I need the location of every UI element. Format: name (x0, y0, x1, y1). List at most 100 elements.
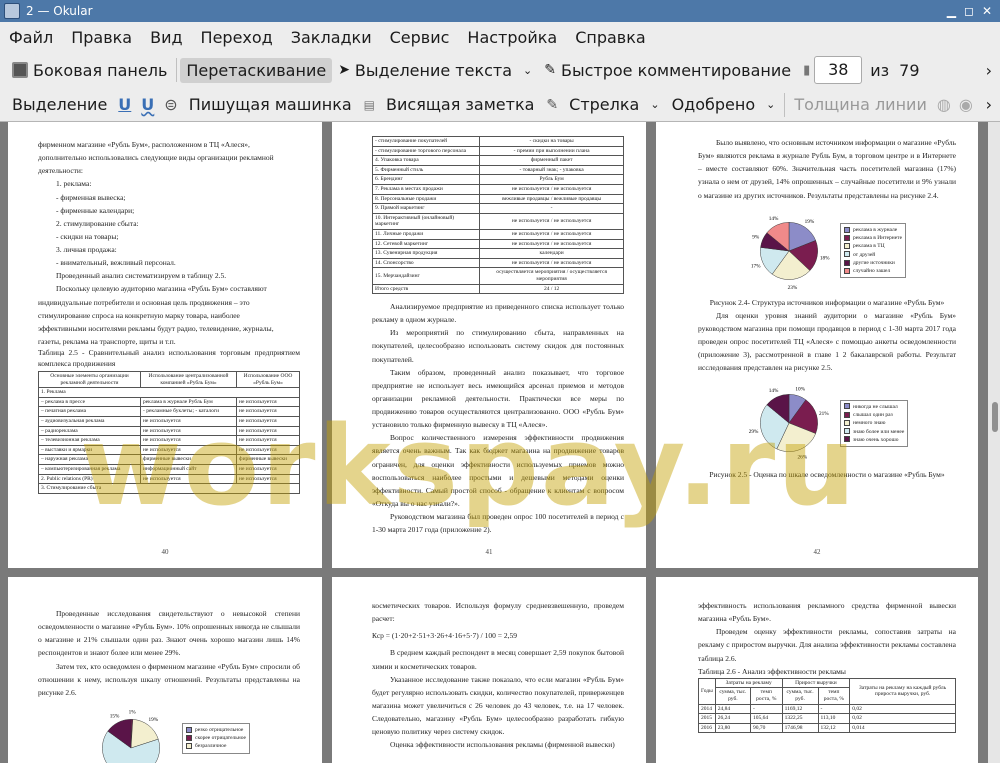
close-icon[interactable]: ✕ (982, 4, 992, 18)
table-cell: не используется / не используется (479, 257, 624, 269)
table-cell: 26,24 (714, 713, 751, 724)
legend-item: никогда не слышал (844, 403, 904, 411)
chevron-down-icon[interactable]: ⌄ (766, 98, 775, 111)
pie-legend: никогда не слышал слышал один раз немного … (840, 399, 909, 447)
separator (176, 58, 178, 82)
pie-legend: резко отрицательное скорее отрицательное б… (182, 722, 250, 754)
table-row: 12. Сетевой маркетинг не используется / н… (371, 238, 624, 250)
table-row: 7. Реклама в местах продажи не использует… (371, 183, 624, 195)
more-tools-icon[interactable]: › (986, 61, 992, 80)
stamp-button[interactable]: Одобрено ⌄ (666, 92, 782, 117)
menu-help[interactable]: Справка (566, 28, 655, 47)
table-cell: не используется (236, 435, 300, 446)
legend-label: реклама в ТЦ (853, 243, 885, 250)
paragraph: Из мероприятий по стимулированию сбыта, … (372, 328, 624, 364)
menu-file[interactable]: Файл (0, 28, 62, 47)
menu-go[interactable]: Переход (192, 28, 282, 47)
text-line: деятельности: (38, 166, 84, 176)
menu-tools[interactable]: Сервис (381, 28, 459, 47)
table-cell: 10. Интерактивный (онлайновый) маркетинг (371, 212, 481, 230)
legend-item: другие источники (844, 259, 902, 267)
table-row: – выставки и ярмарки не используется не ис… (38, 444, 300, 456)
text-line: - внимательный, вежливый персонал. (56, 258, 176, 268)
paragraph: В среднем каждый респондент в месяц сове… (372, 648, 624, 671)
page-43: Проведенные исследования свидетельствуют… (8, 577, 322, 763)
page-text: эффективность использования рекламного с… (698, 599, 956, 678)
legend-label: другие источники (853, 259, 895, 266)
table-cell: 4. Упаковка товара (371, 155, 481, 166)
paragraph: Проведенные исследования свидетельствуют… (38, 609, 300, 658)
sidebar-button[interactable]: Боковая панель (6, 58, 173, 83)
paragraph: Проведем оценку эффективности рекламы, с… (698, 627, 956, 663)
sidebar-label: Боковая панель (33, 60, 168, 80)
table-cell: - стимулирование торгового персонала (371, 145, 481, 157)
strikeout-icon[interactable]: ⊜ (164, 95, 177, 114)
legend-swatch (186, 743, 192, 750)
typewriter-label: Пишущая машинка (188, 95, 352, 114)
more-annotations-icon[interactable]: › (986, 95, 992, 114)
popup-note-button[interactable]: ▤ Висящая заметка (358, 92, 541, 117)
table-cell: осуществляется мероприятия / осуществляе… (479, 267, 624, 285)
text-line: 1. реклама: (56, 179, 92, 189)
legend-swatch (844, 234, 850, 241)
legend-swatch (844, 226, 850, 233)
table-header-row: Годы Затраты на рекламу Прирост выручки … (698, 677, 956, 705)
menu-bookmarks[interactable]: Закладки (282, 28, 381, 47)
chevron-down-icon[interactable]: ⌄ (523, 64, 532, 77)
typewriter-button[interactable]: Пишущая машинка (183, 92, 358, 117)
legend-label: случайно зашел (853, 268, 891, 275)
menu-edit[interactable]: Правка (62, 28, 141, 47)
document-viewport[interactable]: фирменном магазине «Рубль Бум», располож… (0, 122, 1000, 763)
separator (784, 92, 786, 117)
table-row: 8. Персональные продажи вежливые продавцы… (371, 193, 624, 205)
line-width-button[interactable]: Толщина линии (788, 92, 933, 117)
text-line: Поскольку целевую аудиторию магазина «Ру… (56, 284, 267, 294)
font-icon[interactable]: ◉ (959, 95, 973, 114)
table-cell: – наружная реклама (38, 454, 141, 465)
paragraph: косметических товаров. Используя формулу… (372, 601, 624, 624)
table-cell: 5. Фирменный стиль (371, 164, 481, 176)
legend-label: резко отрицательное (195, 726, 244, 733)
pie-data-label: 29% (749, 429, 759, 435)
menu-settings[interactable]: Настройка (458, 28, 566, 47)
table-row: 4. Упаковка товара фирменный пакет (371, 155, 624, 166)
pie-data-label: 23% (788, 285, 798, 291)
table-cell: 7. Реклама в местах продажи (371, 183, 481, 195)
legend-label: знаю более или менее (853, 428, 905, 435)
table-cell: 12. Сетевой маркетинг (371, 238, 481, 250)
table-row: 2016 23,80 90,70 1746,98 132,12 0,014 (698, 722, 956, 734)
table-cell: фирменные вывески (236, 454, 300, 465)
cursor-icon: ➤ (338, 62, 350, 78)
legend-item: знаю очень хорошо (844, 436, 904, 444)
scrollbar-thumb[interactable] (992, 402, 998, 432)
table-header-cell: сумма, тыс. руб. (781, 687, 819, 705)
previous-page-icon[interactable]: ▮ (803, 63, 810, 78)
minimize-icon[interactable]: ▁ (947, 4, 956, 18)
arrow-button[interactable]: ✎ Стрелка ⌄ (540, 92, 665, 117)
chevron-down-icon[interactable]: ⌄ (650, 98, 659, 111)
table-row: 14. Спонсорство не используется / не испо… (371, 257, 624, 269)
table-cell: 11. Личные продажи (371, 228, 481, 240)
underline-icon[interactable]: U (118, 95, 131, 114)
table-cell: - (817, 703, 851, 715)
highlight-button[interactable]: Выделение (6, 92, 113, 117)
sidebar-icon (12, 62, 28, 78)
vertical-scrollbar[interactable] (988, 122, 1000, 763)
table-cell: не используется (236, 415, 300, 427)
table-cell: Рубль Бум (479, 174, 624, 185)
quick-comment-button[interactable]: ✎ Быстрое комментирование (538, 58, 797, 83)
page-40: фирменном магазине «Рубль Бум», располож… (8, 122, 322, 568)
table-row: 10. Интерактивный (онлайновый) маркетинг… (371, 212, 624, 230)
squiggly-icon[interactable]: U (141, 95, 154, 114)
drag-mode-button[interactable]: Перетаскивание (180, 57, 333, 83)
page-number-input[interactable]: 38 (814, 56, 863, 84)
menu-view[interactable]: Вид (141, 28, 191, 47)
legend-swatch (844, 436, 850, 443)
legend-label: реклама в журнале (853, 226, 898, 233)
table-cell: не используется (236, 406, 300, 417)
color-icon[interactable]: ◍ (937, 95, 951, 114)
attitude-pie-chart: 1%19%65%15% (102, 709, 160, 763)
maximize-icon[interactable]: ◻ (964, 4, 974, 18)
table-cell: 8. Персональные продажи (371, 193, 481, 205)
text-select-button[interactable]: ➤ Выделение текста ⌄ (332, 58, 538, 83)
